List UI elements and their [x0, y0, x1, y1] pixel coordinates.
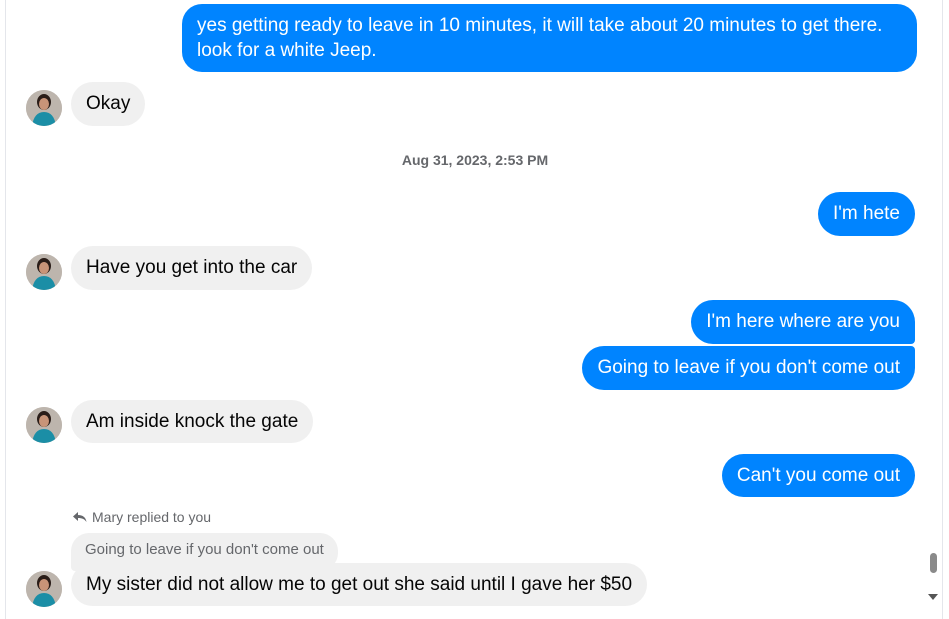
scrollbar[interactable] [926, 0, 940, 619]
incoming-message[interactable]: Am inside knock the gate [71, 400, 314, 443]
outgoing-message[interactable]: yes getting ready to leave in 10 minutes… [182, 4, 917, 72]
incoming-message[interactable]: Have you get into the car [71, 246, 313, 290]
avatar[interactable] [26, 90, 62, 126]
message-timestamp: Aug 31, 2023, 2:53 PM [401, 152, 549, 168]
avatar-image [26, 90, 62, 126]
conversation-panel: yes getting ready to leave in 10 minutes… [5, 0, 943, 619]
reply-indicator: Mary replied to you [73, 509, 211, 525]
scrollbar-thumb[interactable] [930, 553, 937, 573]
outgoing-message[interactable]: I'm hete [818, 192, 915, 236]
outgoing-message[interactable]: Can't you come out [721, 454, 915, 497]
avatar-image [26, 407, 62, 443]
incoming-message[interactable]: Okay [71, 82, 146, 126]
avatar-image [26, 571, 62, 607]
outgoing-message[interactable]: Going to leave if you don't come out [582, 346, 915, 390]
scroll-down-arrow-icon[interactable] [928, 594, 938, 600]
avatar[interactable] [26, 254, 62, 290]
reply-arrow-icon [73, 512, 87, 522]
avatar-image [26, 254, 62, 290]
avatar[interactable] [26, 407, 62, 443]
outgoing-message[interactable]: I'm here where are you [691, 300, 915, 344]
incoming-message[interactable]: My sister did not allow me to get out sh… [71, 563, 648, 606]
avatar[interactable] [26, 571, 62, 607]
reply-label-text: Mary replied to you [92, 509, 212, 525]
